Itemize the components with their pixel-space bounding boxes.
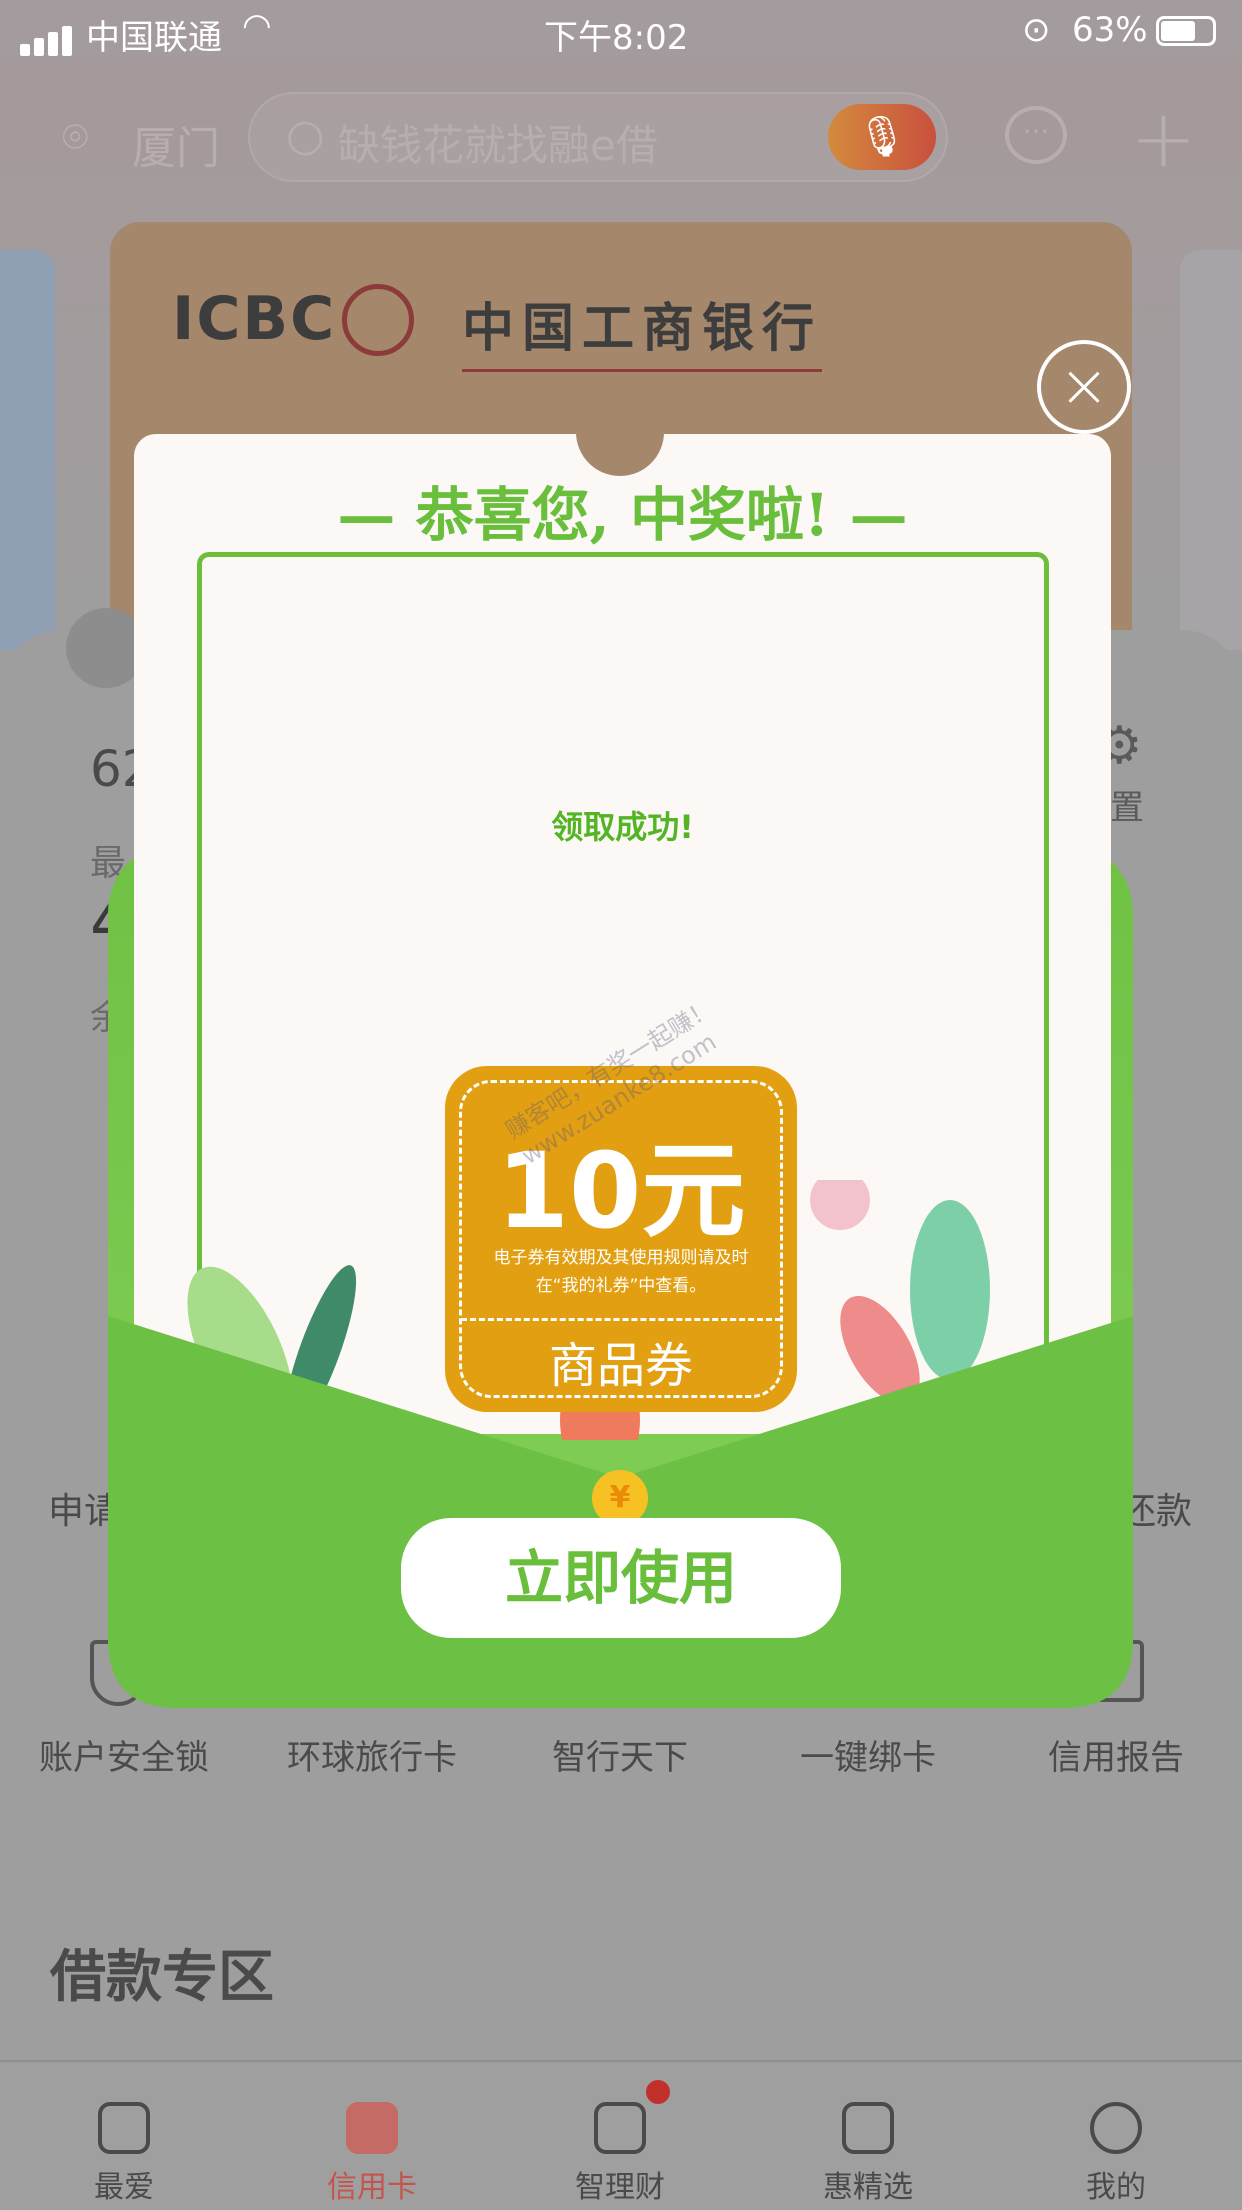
tab-label: 惠精选 (823, 2170, 913, 2205)
coupon-note: 电子券有效期及其使用规则请及时 在“我的礼券”中查看。 (465, 1244, 777, 1300)
service-account-lock[interactable]: 账户安全锁 (0, 1730, 248, 1779)
search-placeholder: 缺钱花就找融e借 (338, 121, 658, 170)
search-input[interactable]: ○ 缺钱花就找融e借 🎙︎ (248, 92, 948, 182)
service-bind-card[interactable]: 一键绑卡 (744, 1730, 992, 1779)
carrier: 中国联通 (86, 18, 222, 58)
tab-mine[interactable]: 我的 (992, 2062, 1240, 2210)
card-prev[interactable] (0, 250, 55, 650)
tab-label: 信用卡 (327, 2170, 417, 2205)
service-credit-report[interactable]: 信用报告 (992, 1730, 1240, 1779)
signal-icon (20, 16, 76, 56)
tab-wealth[interactable]: 智理财 (496, 2062, 744, 2210)
microphone-icon: 🎙︎ (856, 114, 908, 160)
tab-credit-card[interactable]: 信用卡 (248, 2062, 496, 2210)
coupon-amount: 10元 (496, 1130, 746, 1252)
status-bar: 中国联通 ◠ 下午8:02 ⊙ 63% (0, 0, 1242, 59)
tab-label: 我的 (1086, 2170, 1146, 2205)
plus-icon[interactable]: + (1130, 92, 1197, 185)
credit-card-icon (346, 2102, 398, 2154)
voice-search-button[interactable]: 🎙︎ (828, 104, 936, 170)
cup-icon (842, 2102, 894, 2154)
use-now-button[interactable]: 立即使用 (401, 1518, 841, 1638)
popup-title: — 恭喜您, 中奖啦! — (337, 481, 908, 549)
close-icon[interactable]: × (1037, 340, 1131, 434)
bank-logo-en: ICBC (172, 284, 337, 354)
service-row: 账户安全锁 环球旅行卡 智行天下 一键绑卡 信用报告 (0, 1730, 1242, 1779)
tab-label: 最爱 (94, 2170, 154, 2205)
success-message: 领取成功! (551, 808, 694, 846)
tab-label: 智理财 (575, 2170, 665, 2205)
tab-bar: 最爱 信用卡 智理财 惠精选 我的 (0, 2060, 1242, 2208)
message-icon[interactable]: ··· (1005, 106, 1067, 164)
settings-label[interactable]: 置 (1110, 780, 1144, 829)
notification-badge (646, 2080, 670, 2104)
card-next[interactable] (1180, 250, 1242, 650)
tab-favorites[interactable]: 最爱 (0, 2062, 248, 2210)
search-icon: ○ (286, 110, 325, 161)
coupon-card: 10元 电子券有效期及其使用规则请及时 在“我的礼券”中查看。 商品券 (445, 1066, 797, 1412)
icbc-logo-icon (342, 284, 414, 356)
face-icon (1090, 2102, 1142, 2154)
wifi-icon: ◠ (242, 6, 272, 46)
coupon-type: 商品券 (548, 1338, 693, 1394)
chart-icon (594, 2102, 646, 2154)
clock: 下午8:02 (544, 18, 689, 58)
coupon-note-line1: 电子券有效期及其使用规则请及时 (493, 1248, 749, 1268)
location-pin-icon[interactable]: ⌾ (62, 112, 88, 163)
location-label[interactable]: 厦门 (132, 112, 220, 176)
tab-deals[interactable]: 惠精选 (744, 2062, 992, 2210)
coupon-divider (461, 1318, 781, 1321)
rotation-lock-icon: ⊙ (1022, 10, 1051, 50)
service-smart-travel[interactable]: 智行天下 (496, 1730, 744, 1779)
battery-percent: 63% (1072, 10, 1148, 50)
bank-name: 中国工商银行 (462, 286, 823, 372)
service-travel-card[interactable]: 环球旅行卡 (248, 1730, 496, 1779)
home-smile-icon (98, 2102, 150, 2154)
battery-icon (1156, 16, 1216, 46)
coupon-note-line2: 在“我的礼券”中查看。 (535, 1276, 707, 1296)
section-title: 借款专区 (50, 1945, 274, 2010)
